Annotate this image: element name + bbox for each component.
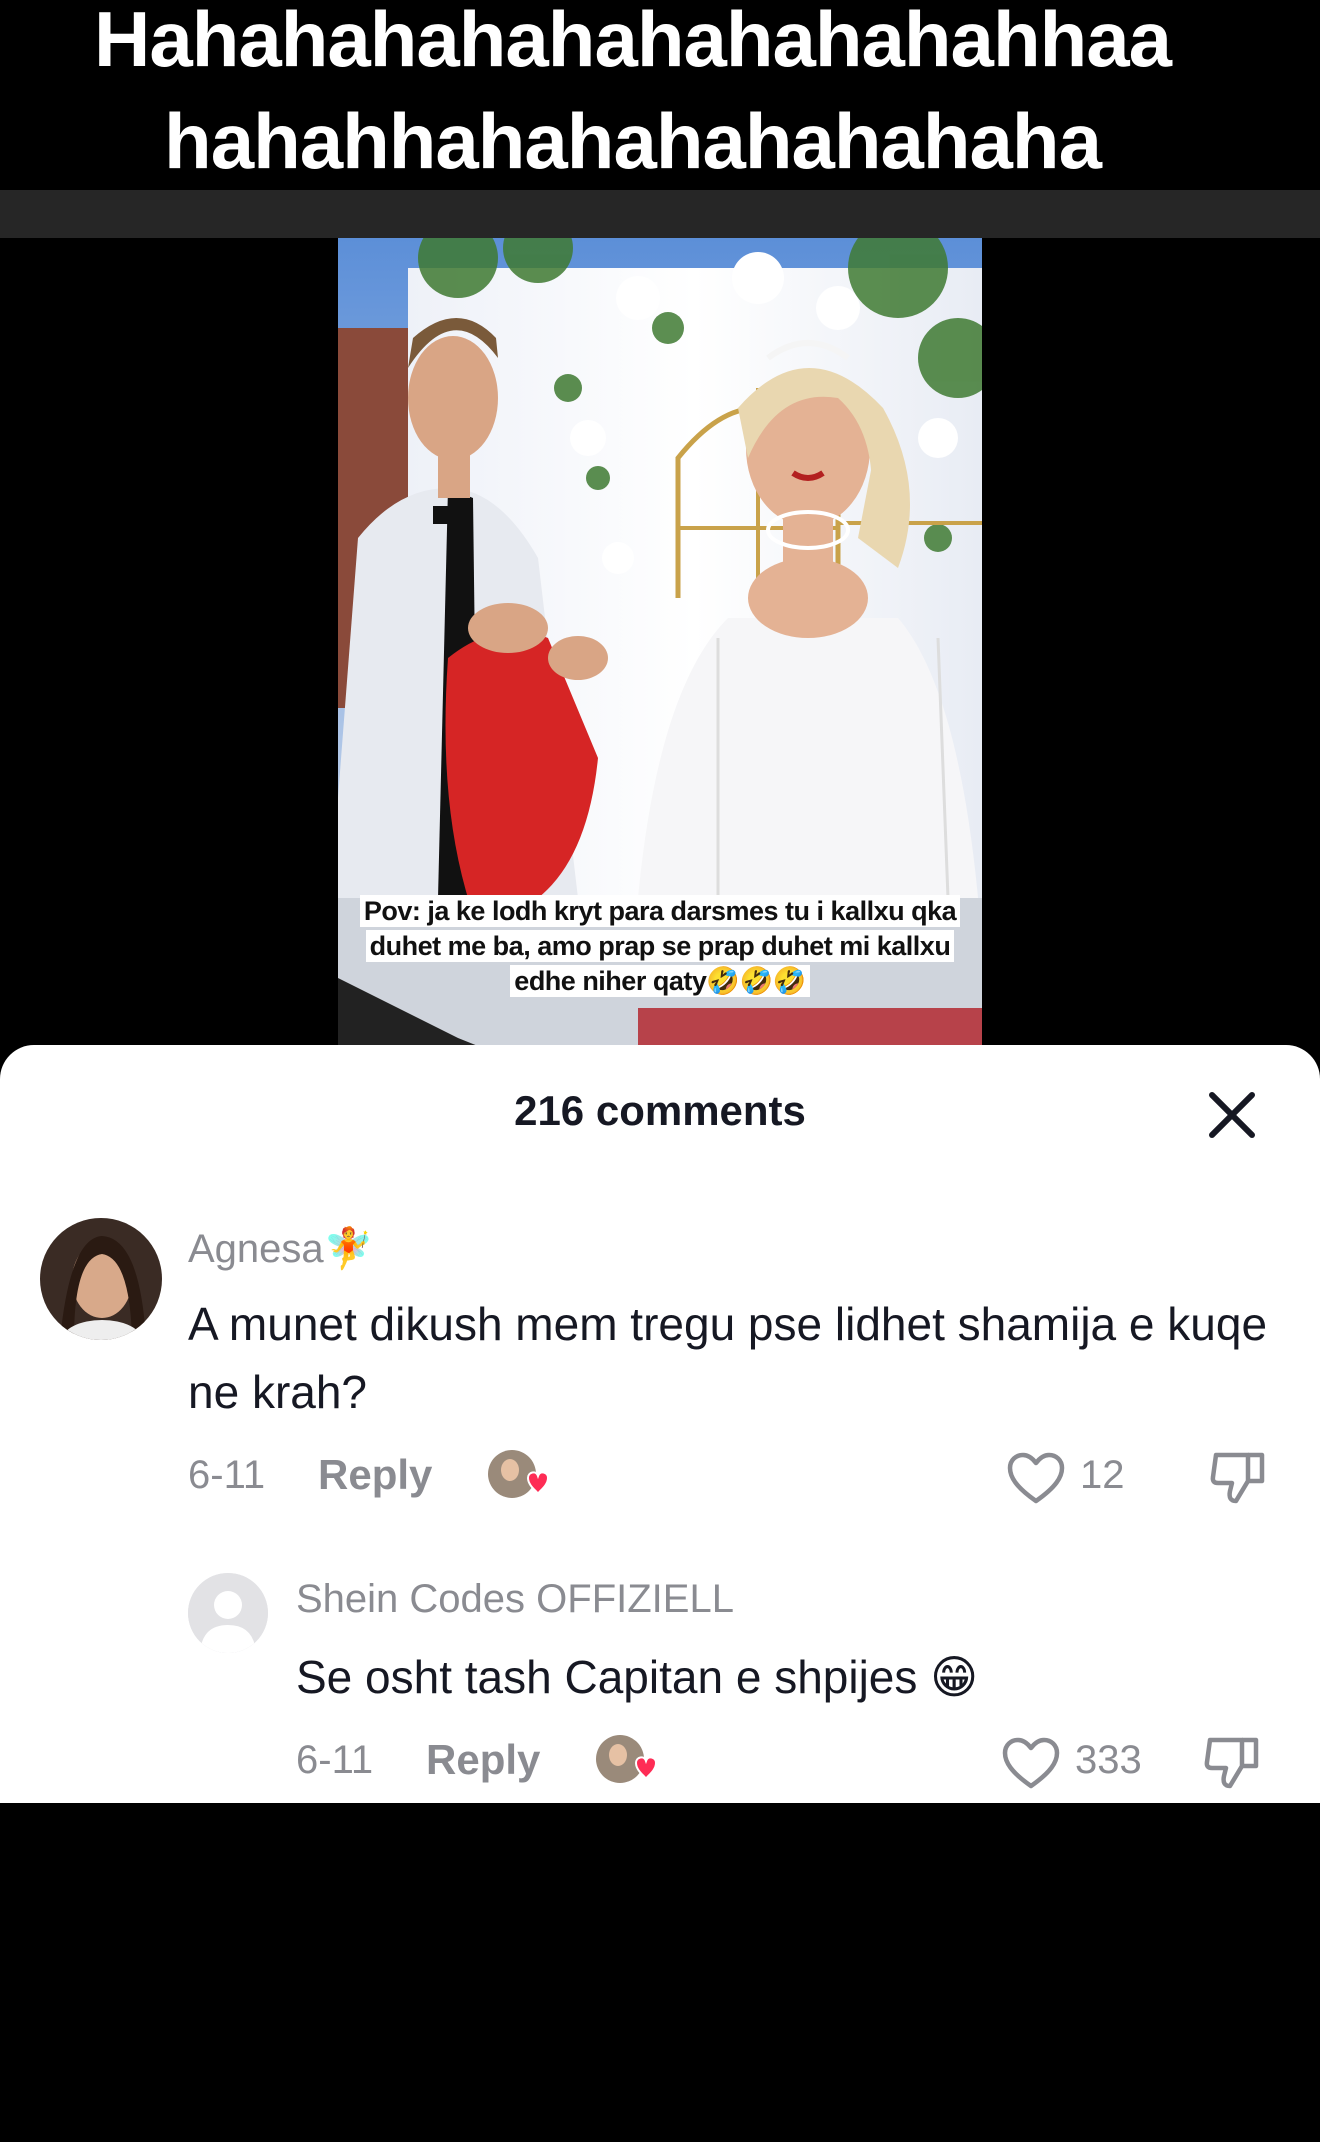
comment-username[interactable]: Shein Codes OFFIZIELL xyxy=(296,1577,734,1622)
bottom-black-area xyxy=(0,1803,1320,2142)
comment-username[interactable]: Agnesa🧚 xyxy=(188,1225,373,1272)
creator-liked-badge-icon xyxy=(596,1733,658,1793)
comments-count-title: 216 comments xyxy=(514,1087,806,1134)
video-top-band xyxy=(0,190,1320,238)
video-caption-line-1: Pov: ja ke lodh kryt para darsmes tu i k… xyxy=(359,895,961,927)
reply-button[interactable]: Reply xyxy=(426,1736,540,1784)
reply-button[interactable]: Reply xyxy=(318,1451,432,1499)
video-player[interactable]: Pov: ja ke lodh kryt para darsmes tu i k… xyxy=(338,238,982,1046)
fairy-emoji-icon: 🧚 xyxy=(323,1227,374,1271)
creator-liked-badge-icon xyxy=(488,1448,550,1508)
thumbs-down-icon xyxy=(1204,1737,1259,1789)
comment-date: 6-11 xyxy=(296,1738,374,1782)
like-count: 333 xyxy=(1075,1738,1142,1782)
default-avatar-icon xyxy=(188,1573,268,1653)
comment-date: 6-11 xyxy=(188,1453,266,1497)
avatar[interactable] xyxy=(188,1573,268,1653)
like-button[interactable] xyxy=(1006,1451,1066,1505)
heart-outline-icon xyxy=(1002,1737,1060,1789)
comments-sheet: 216 comments Agnesa🧚 A munet dikush mem … xyxy=(0,1045,1320,1803)
comment-text: Se osht tash Capitan e shpijes 😁 xyxy=(296,1651,979,1703)
thumbs-down-icon xyxy=(1210,1452,1265,1504)
like-button[interactable] xyxy=(1001,1736,1061,1790)
video-caption: Pov: ja ke lodh kryt para darsmes tu i k… xyxy=(338,894,982,999)
heart-outline-icon xyxy=(1007,1452,1065,1504)
caption-line-1: Hahahahahahahahahahahhaa xyxy=(94,0,1172,83)
video-caption-line-3: edhe niher qaty🤣🤣🤣 xyxy=(510,965,810,997)
close-icon xyxy=(1209,1092,1255,1138)
dislike-button[interactable] xyxy=(1208,1447,1268,1507)
like-count: 12 xyxy=(1080,1453,1125,1497)
caption-header: Hahahahahahahahahahahhaa hahahhahahahaha… xyxy=(0,0,1320,190)
dislike-button[interactable] xyxy=(1202,1732,1262,1792)
avatar[interactable] xyxy=(40,1218,162,1340)
username-text: Agnesa xyxy=(188,1227,324,1271)
comment-text: A munet dikush mem tregu pse lidhet sham… xyxy=(188,1298,1268,1418)
caption-line-2: hahahhahahahahahahaha xyxy=(164,97,1102,185)
close-button[interactable] xyxy=(1204,1087,1260,1143)
video-caption-line-2: duhet me ba, amo prap se prap duhet mi k… xyxy=(365,930,955,962)
